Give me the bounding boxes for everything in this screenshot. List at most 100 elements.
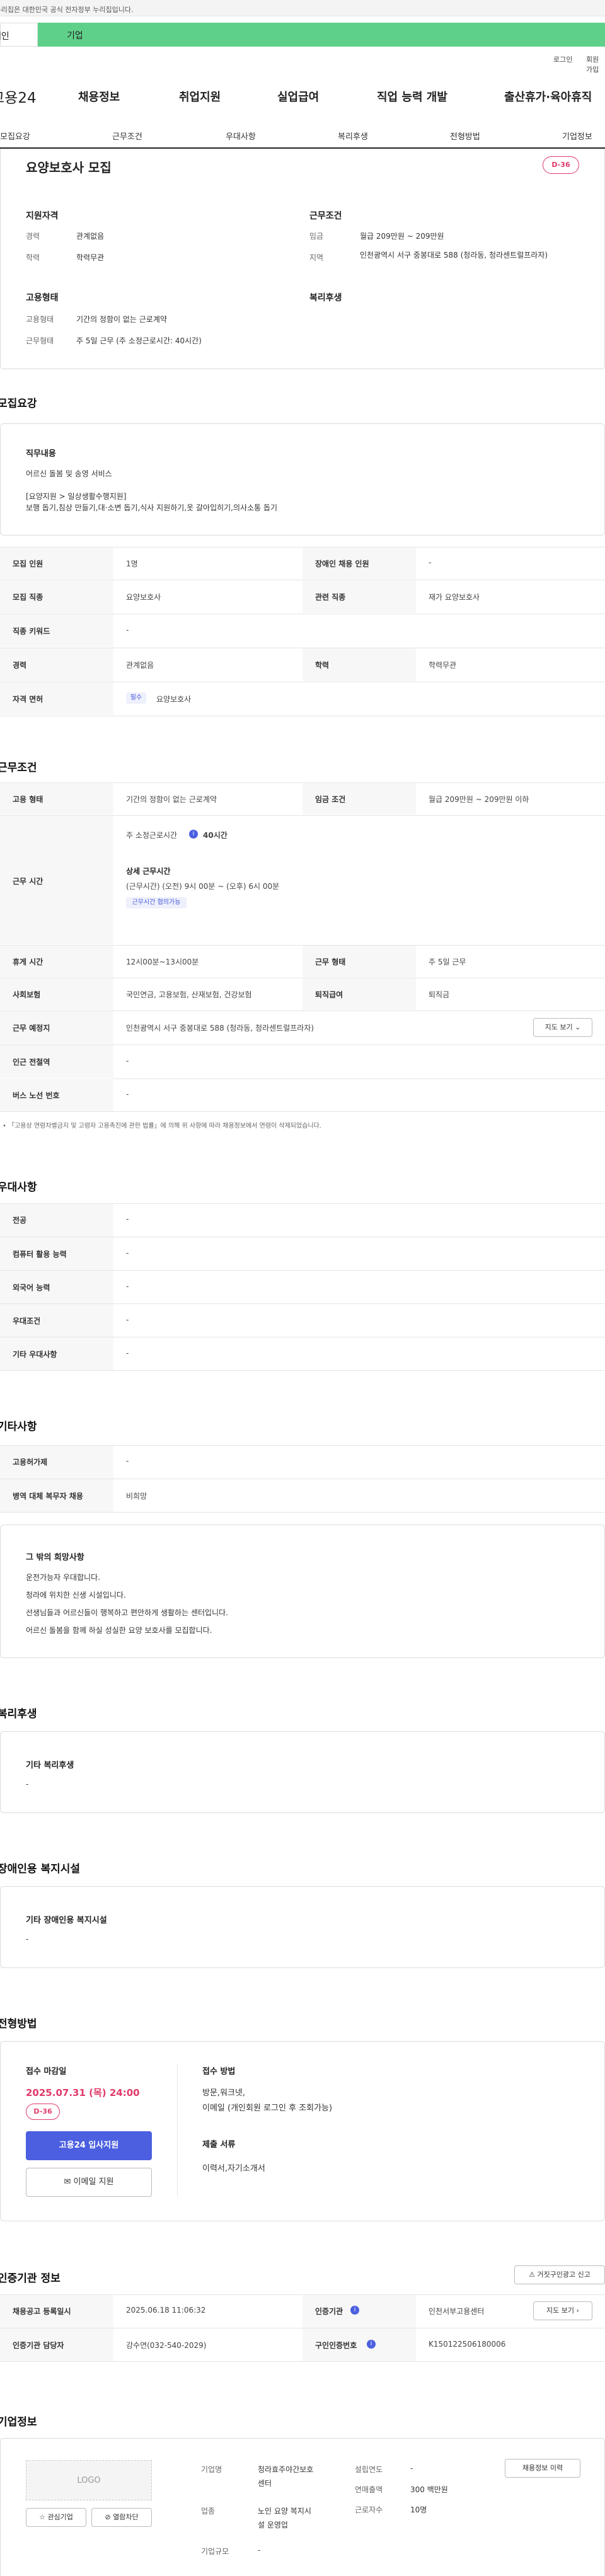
email-apply-button[interactable]: ✉ 이메일 지원 [26, 2168, 152, 2197]
hope-line: 어르신 돌봄을 함께 하실 성실한 요양 보호사를 모집합니다. [26, 1626, 212, 1635]
util-join-link[interactable]: 회원가입 [586, 54, 605, 74]
toggle-personal[interactable]: 개인 [0, 23, 38, 47]
scale-label: 기업규모 [201, 2547, 229, 2556]
table-row-label: 고용 형태 [13, 795, 43, 804]
table-row-value: 요양보호사 [156, 695, 192, 704]
chevron-right-icon: › [576, 2306, 579, 2315]
job-summary-card: 요양보호사 모집 D-36 지원자격 경력 관계없음 학력 학력무관 근무조건 … [0, 149, 605, 369]
company-name-label: 기업명 [201, 2465, 222, 2474]
table-row-label: 인증기관 [315, 2307, 343, 2316]
table-row-value: 국민연금, 고용보험, 산재보험, 건강보험 [126, 990, 252, 999]
table-row-label: 컴퓨터 활용 능력 [13, 1250, 67, 1259]
util-login-link[interactable]: 로그인 [553, 54, 572, 64]
map-button[interactable]: 지도 보기 ⌄ [533, 1018, 592, 1037]
disability-card: 기타 장애인용 복지시설 - [0, 1886, 605, 1968]
block-view-button[interactable]: ⊘ 열람차단 [91, 2508, 152, 2527]
industry-label: 업종 [201, 2507, 216, 2516]
table-row-value: - [126, 1457, 129, 1465]
interest-company-button[interactable]: ☆ 관심기업 [26, 2508, 86, 2527]
tab-preference[interactable]: 우대사항 [226, 130, 256, 142]
weekly-hours-label: 주 소정근로시간 [126, 831, 178, 840]
table-row-value: 강수연(032-540-2029) [126, 2341, 207, 2350]
sales-value: 300 백만원 [410, 2485, 448, 2494]
table-row-label: 전공 [13, 1216, 27, 1225]
process-dday-badge: D-36 [26, 2104, 60, 2120]
hiring-history-button[interactable]: 채용정보 이력 [505, 2459, 580, 2478]
table-row-label: 모집 인원 [13, 559, 43, 568]
method-label: 접수 방법 [202, 2067, 236, 2076]
table-row-label: 근무 시간 [13, 877, 43, 886]
table-row-label: 퇴직급여 [315, 990, 343, 999]
table-row-value: - [429, 558, 432, 567]
gnb-item-skill-development[interactable]: 직업 능력 개발 [377, 88, 447, 105]
disability-sub-heading: 기타 장애인용 복지시설 [26, 1916, 107, 1925]
info-icon[interactable]: i [350, 2306, 359, 2315]
org-map-button[interactable]: 지도 보기 › [533, 2301, 592, 2320]
welfare-heading: 복리후생 [309, 293, 342, 303]
table-row-label: 구인인증번호 [315, 2341, 357, 2350]
table-row-label: 근무 예정지 [13, 1024, 50, 1033]
work-section-title: 근무조건 [0, 762, 37, 774]
tab-work-conditions[interactable]: 근무조건 [112, 130, 142, 142]
tab-process[interactable]: 전형방법 [450, 130, 480, 142]
duty-line: 보행 돕기,침상 만들기,대·소변 돕기,식사 지원하기,옷 갈아입히기,의사소… [26, 503, 278, 512]
tab-recruit[interactable]: 모집요강 [0, 130, 30, 142]
table-row-value: - [126, 1315, 129, 1324]
table-row-label: 병역 대체 복무자 채용 [13, 1492, 83, 1501]
cert-section-title: 인증기관 정보 [0, 2272, 60, 2285]
block-icon: ⊘ [105, 2513, 111, 2521]
table-row-value: 퇴직금 [429, 990, 450, 999]
gnb-item-employment-support[interactable]: 취업지원 [179, 88, 221, 105]
chevron-down-icon: ⌄ [575, 1023, 581, 1031]
table-row-value: K150122506180006 [429, 2340, 506, 2349]
false-ad-report-button[interactable]: ⚠ 거짓구인광고 신고 [514, 2265, 605, 2284]
hope-card: 그 밖의 희망사항 운전가능자 우대합니다. 청라에 위치한 신생 시설입니다.… [0, 1525, 605, 1658]
dday-badge: D-36 [543, 156, 579, 174]
gnb-item-jobs[interactable]: 채용정보 [78, 88, 120, 105]
table-row-label: 채용공고 등록일시 [13, 2307, 71, 2316]
staff-label: 근로자수 [355, 2505, 383, 2514]
welfare-card: 기타 복리후생 - [0, 1731, 605, 1813]
toggle-company[interactable]: 기업 [38, 23, 605, 47]
table-row-value: - [126, 1090, 129, 1099]
docs-label: 제출 서류 [202, 2140, 236, 2150]
industry-line: 설 운영업 [258, 2521, 288, 2529]
table-row-label: 우대조건 [13, 1317, 41, 1325]
apply-button[interactable]: 고용24 입사지원 [26, 2131, 152, 2160]
age-note: • 「고용상 연령차별금지 및 고령자 고용촉진에 관한 법률」에 의해 위 사… [3, 1123, 321, 1130]
company-card: LOGO ☆ 관심기업 ⊘ 열람차단 기업명 청라효주야간보호 센터 업종 노인… [0, 2438, 605, 2576]
company-name-line: 청라효주야간보호 [258, 2465, 314, 2474]
conditions-heading: 근무조건 [309, 211, 342, 221]
table-row-label: 모집 직종 [13, 593, 43, 602]
table-row-label: 기타 우대사항 [13, 1350, 57, 1359]
table-row-value: - [126, 1249, 129, 1257]
table-row-label: 학력 [315, 661, 330, 670]
info-icon[interactable]: i [367, 2340, 376, 2349]
gov-banner: 이 누리집은 대한민국 공식 전자정부 누리집입니다. [0, 0, 605, 16]
gnb-item-unemployment-benefit[interactable]: 실업급여 [277, 88, 319, 105]
prefer-section-title: 우대사항 [0, 1181, 37, 1194]
recruit-section-title: 모집요강 [0, 398, 37, 410]
table-row-label: 직종 키워드 [13, 627, 50, 636]
table-row-value: 기간의 정함이 없는 근로계약 [126, 795, 217, 804]
duty-heading: 직무내용 [26, 449, 56, 459]
career-label: 경력 [26, 232, 40, 241]
table-row-value: - [126, 626, 129, 634]
table-row-label: 관련 직종 [315, 593, 346, 602]
company-section-title: 기업정보 [0, 2416, 37, 2429]
tab-company[interactable]: 기업정보 [562, 130, 592, 142]
founded-label: 설립연도 [355, 2465, 383, 2474]
work-table: 고용 형태 기간의 정함이 없는 근로계약 임금 조건 월급 209만원 ~ 2… [0, 782, 605, 1097]
tab-welfare[interactable]: 복리후생 [338, 130, 368, 142]
staff-value: 10명 [410, 2505, 427, 2514]
worktype-value: 주 5일 근무 (주 소정근로시간: 40시간) [76, 336, 202, 345]
site-logo[interactable]: 고용24 [0, 86, 37, 107]
table-row-label: 경력 [13, 661, 27, 670]
table-row-value: - [126, 1349, 129, 1358]
info-icon[interactable]: i [189, 830, 198, 839]
table-row-value: - [126, 1282, 129, 1291]
gov-banner-text: 이 누리집은 대한민국 공식 전자정부 누리집입니다. [0, 6, 134, 14]
company-name-line: 센터 [258, 2479, 272, 2488]
gnb-item-parental-leave[interactable]: 출산휴가·육아휴직 [504, 88, 592, 105]
hope-heading: 그 밖의 희망사항 [26, 1553, 84, 1562]
